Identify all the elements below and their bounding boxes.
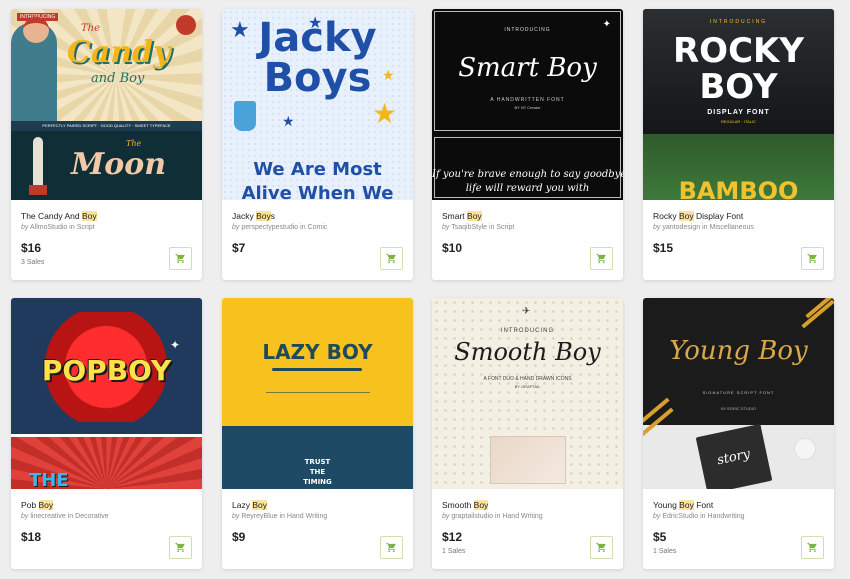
art-title: Smooth Boy [454, 338, 601, 366]
category-link[interactable]: Miscellaneous [709, 224, 753, 231]
product-meta: by TsaqibStyle in Script [442, 224, 515, 231]
product-title[interactable]: Rocky Boy Display Font [653, 210, 824, 222]
product-card[interactable]: INTRODUCING ROCKY BOY DISPLAY FONT REGUL… [643, 9, 834, 280]
product-thumbnail[interactable]: Young Boy SIGNATURE SCRIPT FONT BY EDRIC… [643, 298, 834, 489]
product-thumbnail[interactable]: ✈ INTRODUCING Smooth Boy A FONT DUO & HA… [432, 298, 623, 489]
baby-photo [490, 436, 566, 484]
product-title[interactable]: The Candy And Boy [21, 210, 192, 222]
sock-illustration [234, 101, 256, 131]
product-price: $16 [21, 241, 42, 255]
art-title: Candy [67, 35, 171, 70]
category-link[interactable]: Comic [308, 224, 328, 231]
product-card[interactable]: INTRODUCING The Candy and Boy PERFECTLY … [11, 9, 202, 280]
product-title[interactable]: Lazy Boy [232, 499, 403, 511]
product-thumbnail[interactable]: INTRODUCING ROCKY BOY DISPLAY FONT REGUL… [643, 9, 834, 200]
add-to-cart-button[interactable] [590, 247, 613, 270]
category-link[interactable]: Decorative [75, 513, 108, 520]
cart-icon [807, 253, 817, 264]
sparkle-icon: ✦ [602, 19, 611, 30]
sales-count: 3 Sales [21, 259, 45, 266]
product-price: $7 [232, 241, 246, 255]
star-icon: ★ [372, 98, 398, 129]
author-link[interactable]: perspectypestudio [241, 224, 298, 231]
add-to-cart-button[interactable] [380, 247, 403, 270]
sales-count: 1 Sales [442, 548, 466, 555]
product-thumbnail[interactable]: Jacky Boys ★ ★ ★ ★ ★ We Are Most Alive W… [222, 9, 413, 200]
product-meta: by perspectypestudio in Comic [232, 224, 328, 231]
cart-icon [175, 542, 185, 553]
add-to-cart-button[interactable] [169, 536, 192, 559]
cart-icon [807, 542, 817, 553]
art-title: POPBOY [41, 354, 172, 387]
category-link[interactable]: Script [77, 224, 95, 231]
product-meta: by graptailstudio in Hand Writing [442, 513, 543, 520]
product-meta: by linecreative in Decorative [21, 513, 109, 520]
author-link[interactable]: linecreative [30, 513, 65, 520]
product-thumbnail[interactable]: POPBOY ✦ THE [11, 298, 202, 489]
product-meta: by ReyreyBlue in Hand Writing [232, 513, 328, 520]
product-card[interactable]: ✈ INTRODUCING Smooth Boy A FONT DUO & HA… [432, 298, 623, 569]
category-link[interactable]: Hand Writing [287, 513, 327, 520]
category-link[interactable]: Script [496, 224, 514, 231]
add-to-cart-button[interactable] [380, 536, 403, 559]
sales-count: 1 Sales [653, 548, 677, 555]
product-card[interactable]: POPBOY ✦ THE Pob Boy by linecreative in … [11, 298, 202, 569]
cart-icon [386, 542, 396, 553]
product-title[interactable]: Smart Boy [442, 210, 613, 222]
author-link[interactable]: EdricStudio [662, 513, 698, 520]
product-title[interactable]: Pob Boy [21, 499, 192, 511]
star-icon: ★ [230, 17, 250, 42]
product-price: $12 [442, 530, 463, 544]
author-link[interactable]: graptailstudio [451, 513, 493, 520]
product-title[interactable]: Smooth Boy [442, 499, 613, 511]
star-icon: ★ [282, 113, 295, 129]
product-title[interactable]: Jacky Boys [232, 210, 403, 222]
category-link[interactable]: Hand Writing [502, 513, 542, 520]
add-to-cart-button[interactable] [801, 536, 824, 559]
product-card[interactable]: LAZY BOY TRUST THE TIMING Lazy Boy by Re… [222, 298, 413, 569]
product-thumbnail[interactable]: INTRODUCING The Candy and Boy PERFECTLY … [11, 9, 202, 200]
add-to-cart-button[interactable] [169, 247, 192, 270]
product-price: $10 [442, 241, 463, 255]
product-title[interactable]: Young Boy Font [653, 499, 824, 511]
product-meta: by AllmoStudio in Script [21, 224, 95, 231]
author-link[interactable]: AllmoStudio [30, 224, 67, 231]
category-link[interactable]: Handwriting [708, 513, 745, 520]
product-card[interactable]: Young Boy SIGNATURE SCRIPT FONT BY EDRIC… [643, 298, 834, 569]
product-price: $15 [653, 241, 674, 255]
author-link[interactable]: TsaqibStyle [451, 224, 487, 231]
product-thumbnail[interactable]: INTRODUCING ✦ Smart Boy A HANDWRITTEN FO… [432, 9, 623, 200]
art-title: Young Boy [669, 336, 808, 366]
product-card[interactable]: Jacky Boys ★ ★ ★ ★ ★ We Are Most Alive W… [222, 9, 413, 280]
art-title: LAZY BOY [262, 340, 373, 364]
art-title: Smart Boy [458, 53, 597, 83]
add-to-cart-button[interactable] [590, 536, 613, 559]
product-price: $18 [21, 530, 42, 544]
art-title: ROCKY [672, 31, 804, 71]
author-link[interactable]: yantodesign [662, 224, 700, 231]
product-price: $5 [653, 530, 667, 544]
product-meta: by yantodesign in Miscellaneous [653, 224, 754, 231]
product-price: $9 [232, 530, 246, 544]
star-icon: ★ [382, 67, 395, 83]
product-card[interactable]: INTRODUCING ✦ Smart Boy A HANDWRITTEN FO… [432, 9, 623, 280]
product-meta: by EdricStudio in Handwriting [653, 513, 745, 520]
paper-plane-icon: ✈ [522, 306, 531, 317]
cart-icon [386, 253, 396, 264]
add-to-cart-button[interactable] [801, 247, 824, 270]
star-icon: ★ [308, 15, 323, 32]
cart-icon [596, 253, 606, 264]
cart-icon [596, 542, 606, 553]
product-thumbnail[interactable]: LAZY BOY TRUST THE TIMING [222, 298, 413, 489]
sparkle-icon: ✦ [169, 338, 180, 352]
author-link[interactable]: ReyreyBlue [241, 513, 277, 520]
cart-icon [175, 253, 185, 264]
